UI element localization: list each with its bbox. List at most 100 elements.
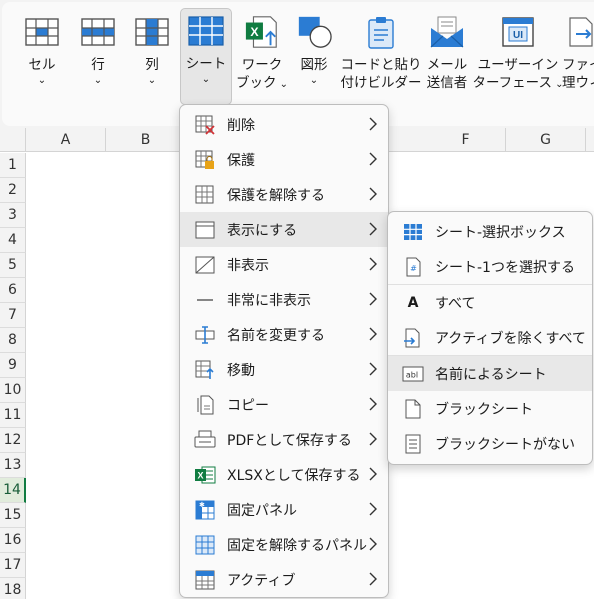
cells-icon bbox=[24, 14, 60, 50]
hide-sheet-icon bbox=[194, 254, 216, 276]
chevron-right-icon bbox=[369, 397, 377, 411]
menu-item-save-xlsx[interactable]: X XLSXとして保存する bbox=[180, 457, 388, 492]
row-header[interactable]: 11 bbox=[0, 403, 26, 428]
workbook-button[interactable]: X ワーク ブック ⌄ bbox=[236, 10, 288, 106]
menu-item-label: XLSXとして保存する bbox=[227, 467, 361, 484]
menu-item-show[interactable]: 表示にする bbox=[180, 212, 388, 247]
file-manager-button[interactable]: ファイ理ウィ bbox=[562, 10, 594, 106]
menu-item-label: アクティブ bbox=[227, 572, 296, 589]
move-icon bbox=[194, 359, 216, 381]
cells-button[interactable]: セル ⌄ bbox=[20, 10, 64, 106]
submenu-item-label: ブラックシートがない bbox=[435, 436, 575, 453]
mail-icon bbox=[429, 14, 465, 50]
row-header[interactable]: 1 bbox=[0, 153, 26, 178]
menu-item-hide[interactable]: 非表示 bbox=[180, 247, 388, 282]
column-header-f[interactable]: F bbox=[426, 128, 506, 152]
row-header[interactable]: 6 bbox=[0, 278, 26, 303]
ui-window-icon: UI bbox=[500, 14, 536, 50]
sheet-label: シート bbox=[185, 56, 227, 72]
menu-item-label: PDFとして保存する bbox=[227, 432, 352, 449]
svg-text:abl: abl bbox=[406, 370, 418, 379]
menu-item-move[interactable]: 移動 bbox=[180, 352, 388, 387]
row-header[interactable]: 2 bbox=[0, 178, 26, 203]
row-header-selected[interactable]: 14 bbox=[0, 478, 26, 503]
menu-item-label: 保護を解除する bbox=[227, 187, 325, 204]
submenu-item-label: 名前によるシート bbox=[435, 366, 547, 383]
row-header[interactable]: 13 bbox=[0, 453, 26, 478]
chevron-right-icon bbox=[369, 432, 377, 446]
menu-item-delete[interactable]: 削除 bbox=[180, 107, 388, 142]
rows-button[interactable]: 行 ⌄ bbox=[76, 10, 120, 106]
mail-sender-label: メール 送信者 bbox=[426, 57, 468, 91]
chevron-down-icon: ⌄ bbox=[201, 74, 211, 85]
pdf-save-icon bbox=[194, 429, 216, 451]
chevron-down-icon: ⌄ bbox=[309, 75, 319, 86]
sheet-icon bbox=[188, 13, 224, 49]
svg-text:X: X bbox=[197, 470, 203, 480]
column-header-b[interactable]: B bbox=[106, 128, 186, 152]
workbook-icon: X bbox=[244, 14, 280, 50]
menu-item-label: 保護 bbox=[227, 152, 255, 169]
menu-item-unfreeze-panes[interactable]: 固定を解除するパネル bbox=[180, 527, 388, 562]
column-header-g[interactable]: G bbox=[506, 128, 586, 152]
menu-item-copy[interactable]: コピー bbox=[180, 387, 388, 422]
copy-icon bbox=[194, 394, 216, 416]
submenu-item-blank-sheet[interactable]: ブラックシート bbox=[388, 391, 592, 426]
freeze-panes-icon: ✱ bbox=[194, 499, 216, 521]
row-header[interactable]: 7 bbox=[0, 303, 26, 328]
code-paste-builder-label: コードと貼り 付けビルダー bbox=[340, 57, 422, 91]
chevron-right-icon bbox=[369, 257, 377, 271]
chevron-right-icon bbox=[369, 537, 377, 551]
menu-item-active[interactable]: アクティブ bbox=[180, 562, 388, 597]
menu-item-very-hidden[interactable]: 非常に非表示 bbox=[180, 282, 388, 317]
row-header[interactable]: 16 bbox=[0, 528, 26, 553]
by-name-icon: abl bbox=[402, 363, 424, 385]
row-header[interactable]: 17 bbox=[0, 553, 26, 578]
menu-item-freeze-panes[interactable]: ✱ 固定パネル bbox=[180, 492, 388, 527]
no-blank-sheet-icon bbox=[402, 433, 424, 455]
row-header[interactable]: 15 bbox=[0, 503, 26, 528]
select-all-corner[interactable] bbox=[0, 128, 26, 152]
column-header-a[interactable]: A bbox=[26, 128, 106, 152]
menu-item-protect[interactable]: 保護 bbox=[180, 142, 388, 177]
user-interface-button[interactable]: UI ユーザーイン ターフェース ⌄ bbox=[472, 10, 564, 106]
unprotect-sheet-icon bbox=[194, 184, 216, 206]
user-interface-label: ユーザーイン ターフェース ⌄ bbox=[472, 57, 564, 91]
very-hidden-icon bbox=[194, 289, 216, 311]
row-header[interactable]: 9 bbox=[0, 353, 26, 378]
mail-sender-button[interactable]: メール 送信者 bbox=[422, 10, 472, 106]
chevron-right-icon bbox=[369, 467, 377, 481]
chevron-right-icon bbox=[369, 152, 377, 166]
columns-button[interactable]: 列 ⌄ bbox=[130, 10, 174, 106]
submenu-item-sheet-select-box[interactable]: シート-選択ボックス bbox=[388, 214, 592, 249]
submenu-item-label: ブラックシート bbox=[435, 401, 533, 418]
menu-item-save-pdf[interactable]: PDFとして保存する bbox=[180, 422, 388, 457]
submenu-item-no-blank-sheet[interactable]: ブラックシートがない bbox=[388, 426, 592, 461]
shapes-button[interactable]: 図形 ⌄ bbox=[292, 10, 336, 106]
menu-item-rename[interactable]: 名前を変更する bbox=[180, 317, 388, 352]
submenu-item-all[interactable]: A すべて bbox=[388, 285, 592, 320]
chevron-right-icon bbox=[369, 327, 377, 341]
row-headers: 1 2 3 4 5 6 7 8 9 10 11 12 13 14 15 16 1… bbox=[0, 153, 26, 599]
chevron-right-icon bbox=[369, 187, 377, 201]
submenu-item-all-except-active[interactable]: アクティブを除くすべて bbox=[388, 320, 592, 355]
row-header[interactable]: 10 bbox=[0, 378, 26, 403]
sheet-button[interactable]: シート ⌄ bbox=[180, 8, 232, 105]
menu-item-label: 表示にする bbox=[227, 222, 298, 239]
chevron-down-icon: ⌄ bbox=[147, 75, 157, 86]
submenu-item-by-name[interactable]: abl 名前によるシート bbox=[388, 356, 592, 391]
menu-item-label: 非表示 bbox=[227, 257, 269, 274]
row-header[interactable]: 18 bbox=[0, 578, 26, 599]
row-header[interactable]: 5 bbox=[0, 253, 26, 278]
shapes-label: 図形 bbox=[300, 57, 328, 73]
shapes-icon bbox=[296, 14, 332, 50]
row-header[interactable]: 3 bbox=[0, 203, 26, 228]
row-header[interactable]: 8 bbox=[0, 328, 26, 353]
code-paste-builder-button[interactable]: コードと貼り 付けビルダー bbox=[340, 10, 422, 106]
row-header[interactable]: 12 bbox=[0, 428, 26, 453]
row-header[interactable]: 4 bbox=[0, 228, 26, 253]
submenu-item-select-one-sheet[interactable]: # シート-1つを選択する bbox=[388, 249, 592, 284]
sheet-select-box-icon bbox=[402, 221, 424, 243]
menu-item-unprotect[interactable]: 保護を解除する bbox=[180, 177, 388, 212]
submenu-item-label: すべて bbox=[435, 295, 476, 312]
